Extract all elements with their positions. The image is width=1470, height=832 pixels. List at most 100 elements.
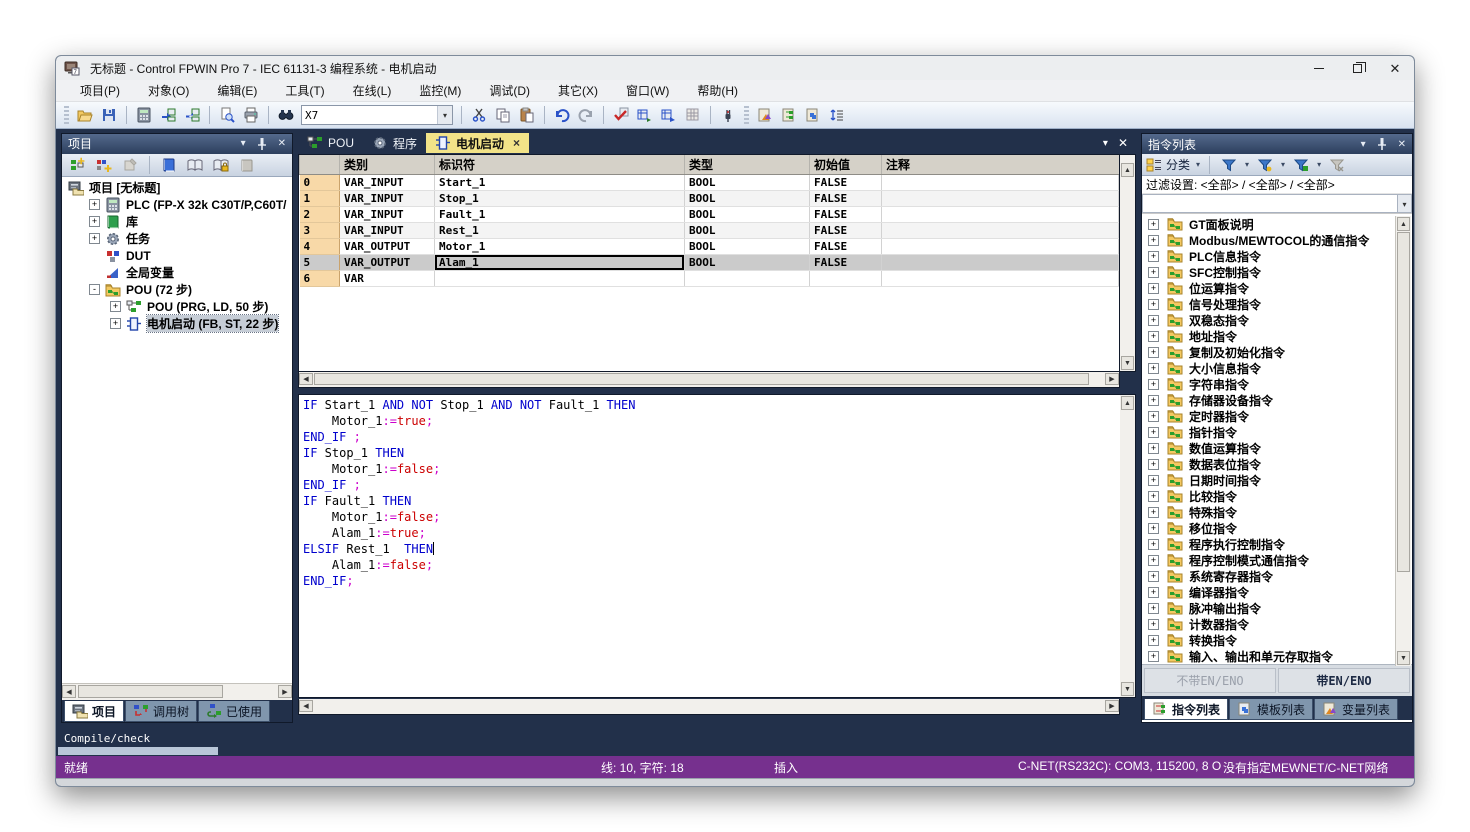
var-class[interactable]: VAR_INPUT — [340, 175, 435, 191]
editor-tab-1[interactable]: 程序 — [363, 133, 426, 153]
var-comment[interactable] — [882, 239, 1119, 255]
pin-icon[interactable] — [1374, 136, 1390, 152]
code-line-3[interactable]: END_IF ; — [303, 429, 1135, 445]
expand-icon[interactable]: + — [89, 233, 100, 244]
var-col-3[interactable]: 初始值 — [810, 155, 882, 175]
var-row-3[interactable]: 3VAR_INPUTRest_1BOOLFALSE — [300, 223, 1119, 239]
var-rownum[interactable]: 5 — [300, 255, 340, 271]
minimize-button[interactable] — [1300, 56, 1338, 80]
expand-icon[interactable]: + — [1148, 475, 1159, 486]
new-pou-button[interactable] — [67, 154, 89, 176]
scroll-up-icon[interactable]: ▲ — [1121, 396, 1134, 410]
expand-icon[interactable]: + — [1148, 651, 1159, 662]
close-button[interactable]: ✕ — [1376, 56, 1414, 80]
scroll-down-icon[interactable]: ▼ — [1397, 651, 1410, 665]
st-code-editor[interactable]: IF Start_1 AND NOT Stop_1 AND NOT Fault_… — [298, 394, 1136, 698]
expand-icon[interactable]: + — [1148, 587, 1159, 598]
tree-item-0[interactable]: 项目 [无标题] — [62, 179, 292, 196]
tree-item-4[interactable]: DUT — [62, 247, 292, 264]
var-init[interactable]: FALSE — [810, 175, 882, 191]
var-identifier[interactable]: Stop_1 — [435, 191, 685, 207]
var-init[interactable]: FALSE — [810, 239, 882, 255]
combo-dropdown-icon[interactable]: ▾ — [1397, 194, 1412, 213]
instruction-item-4[interactable]: +位运算指令 — [1142, 280, 1412, 296]
pin-icon[interactable] — [254, 136, 270, 152]
var-type[interactable]: BOOL — [685, 223, 810, 239]
compile-check-button[interactable] — [610, 104, 632, 126]
undo-button[interactable] — [551, 104, 573, 126]
book-grey-button[interactable] — [236, 154, 258, 176]
expand-icon[interactable]: + — [1148, 283, 1159, 294]
upload-plc-button[interactable] — [181, 104, 203, 126]
var-comment[interactable] — [882, 207, 1119, 223]
expand-icon[interactable]: + — [1148, 523, 1159, 534]
scroll-right-icon[interactable]: ▶ — [1105, 373, 1119, 385]
var-comment[interactable] — [882, 271, 1119, 287]
instruction-item-2[interactable]: +PLC信息指令 — [1142, 248, 1412, 264]
without-en-eno-button[interactable]: 不带EN/ENO — [1144, 668, 1276, 693]
template-tb-button[interactable] — [802, 104, 824, 126]
var-comment[interactable] — [882, 175, 1119, 191]
collapse-icon[interactable]: - — [89, 284, 100, 295]
project-bottom-tab-0[interactable]: 项目 — [64, 701, 124, 722]
book-lock-button[interactable] — [210, 154, 232, 176]
var-row-6[interactable]: 6VAR — [300, 271, 1119, 287]
var-class[interactable]: VAR — [340, 271, 435, 287]
table-hscrollbar[interactable]: ◀ ▶ — [298, 372, 1120, 388]
expand-icon[interactable]: + — [1148, 235, 1159, 246]
tab-close-icon[interactable]: × — [513, 136, 520, 150]
instruction-vscrollbar[interactable]: ▲ ▼ — [1395, 216, 1411, 666]
tree-item-5[interactable]: 全局变量 — [62, 264, 292, 281]
expand-icon[interactable]: + — [1148, 539, 1159, 550]
var-row-4[interactable]: 4VAR_OUTPUTMotor_1BOOLFALSE — [300, 239, 1119, 255]
var-list-tb-button[interactable] — [754, 104, 776, 126]
instruction-item-27[interactable]: +输入、输出和单元存取指令 — [1142, 648, 1412, 664]
expand-icon[interactable]: + — [1148, 443, 1159, 454]
panel-menu-icon[interactable]: ▾ — [1361, 139, 1366, 150]
compile-prg-button[interactable] — [634, 104, 656, 126]
menu-item-1[interactable]: 对象(O) — [138, 80, 199, 101]
var-row-2[interactable]: 2VAR_INPUTFault_1BOOLFALSE — [300, 207, 1119, 223]
instruction-item-9[interactable]: +大小信息指令 — [1142, 360, 1412, 376]
download-plc-button[interactable] — [157, 104, 179, 126]
instruction-item-25[interactable]: +计数器指令 — [1142, 616, 1412, 632]
with-en-eno-button[interactable]: 带EN/ENO — [1278, 668, 1410, 693]
menu-item-6[interactable]: 调试(D) — [479, 80, 540, 101]
instruction-item-24[interactable]: +脉冲输出指令 — [1142, 600, 1412, 616]
scroll-left-icon[interactable]: ◀ — [62, 685, 76, 698]
restore-button[interactable] — [1338, 56, 1376, 80]
var-identifier[interactable] — [435, 271, 685, 287]
expand-icon[interactable]: + — [1148, 491, 1159, 502]
var-init[interactable]: FALSE — [810, 191, 882, 207]
var-identifier[interactable]: Alam_1 — [435, 255, 685, 271]
print-button[interactable] — [240, 104, 262, 126]
var-init[interactable]: FALSE — [810, 223, 882, 239]
code-hscrollbar[interactable]: ◀ ▶ — [298, 699, 1120, 715]
instruction-item-0[interactable]: +GT面板说明 — [1142, 216, 1412, 232]
tree-item-2[interactable]: +库 — [62, 213, 292, 230]
expand-icon[interactable]: + — [89, 199, 100, 210]
device-search-input[interactable] — [302, 107, 437, 123]
scroll-thumb[interactable] — [78, 685, 223, 698]
project-bottom-tab-2[interactable]: 已使用 — [198, 701, 270, 722]
expand-icon[interactable]: + — [110, 318, 121, 329]
instruction-item-8[interactable]: +复制及初始化指令 — [1142, 344, 1412, 360]
scroll-down-icon[interactable]: ▼ — [1121, 682, 1134, 696]
var-class[interactable]: VAR_INPUT — [340, 207, 435, 223]
scroll-right-icon[interactable]: ▶ — [1105, 700, 1119, 712]
filter-dropdown-icon[interactable]: ▾ — [1281, 160, 1285, 169]
book-open-button[interactable] — [184, 154, 206, 176]
var-rownum[interactable]: 2 — [300, 207, 340, 223]
var-rownum[interactable]: 1 — [300, 191, 340, 207]
menu-item-3[interactable]: 工具(T) — [275, 80, 334, 101]
var-type[interactable]: BOOL — [685, 239, 810, 255]
var-identifier[interactable]: Rest_1 — [435, 223, 685, 239]
tabgroup-close-icon[interactable]: ✕ — [1118, 136, 1128, 150]
expand-icon[interactable]: + — [1148, 331, 1159, 342]
expand-icon[interactable]: + — [1148, 507, 1159, 518]
var-identifier[interactable]: Fault_1 — [435, 207, 685, 223]
menu-item-5[interactable]: 监控(M) — [409, 80, 471, 101]
instruction-bottom-tab-2[interactable]: 变量列表 — [1314, 699, 1398, 720]
scroll-thumb[interactable] — [314, 373, 1089, 385]
var-identifier[interactable]: Motor_1 — [435, 239, 685, 255]
